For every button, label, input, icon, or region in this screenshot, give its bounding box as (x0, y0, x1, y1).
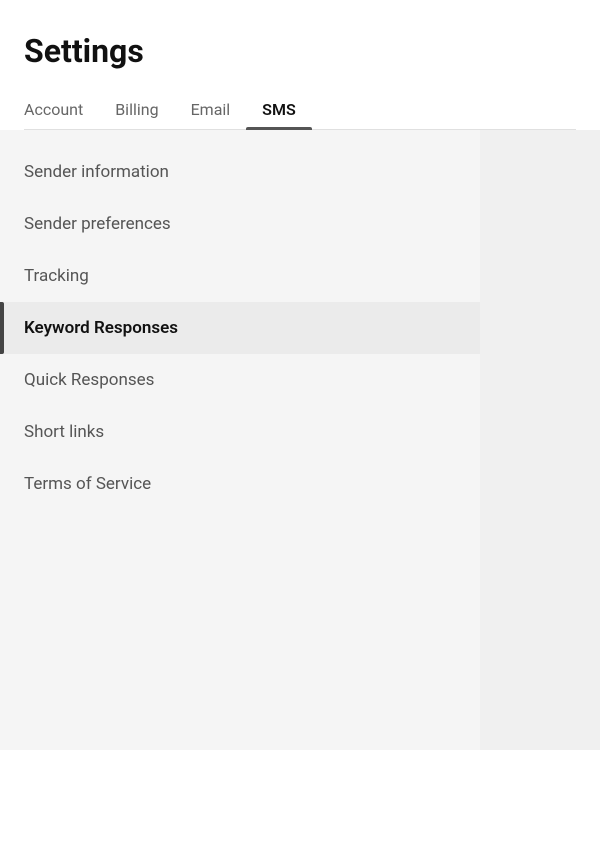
tab-sms[interactable]: SMS (246, 90, 312, 129)
tab-email[interactable]: Email (175, 90, 247, 129)
sidebar-item-terms-of-service[interactable]: Terms of Service (0, 458, 480, 510)
right-panel (480, 130, 600, 750)
header: Settings Account Billing Email SMS (0, 0, 600, 130)
content-area: Sender information Sender preferences Tr… (0, 130, 600, 750)
tab-account[interactable]: Account (24, 90, 99, 129)
page-title: Settings (24, 32, 576, 70)
tab-billing[interactable]: Billing (99, 90, 174, 129)
tabs-container: Account Billing Email SMS (24, 90, 576, 130)
page-container: Settings Account Billing Email SMS Sende… (0, 0, 600, 848)
sidebar-item-sender-preferences[interactable]: Sender preferences (0, 198, 480, 250)
sidebar-item-keyword-responses[interactable]: Keyword Responses (0, 302, 480, 354)
sidebar-item-tracking[interactable]: Tracking (0, 250, 480, 302)
sidebar-item-quick-responses[interactable]: Quick Responses (0, 354, 480, 406)
sidebar-item-short-links[interactable]: Short links (0, 406, 480, 458)
sidebar: Sender information Sender preferences Tr… (0, 130, 480, 750)
sidebar-item-sender-information[interactable]: Sender information (0, 146, 480, 198)
